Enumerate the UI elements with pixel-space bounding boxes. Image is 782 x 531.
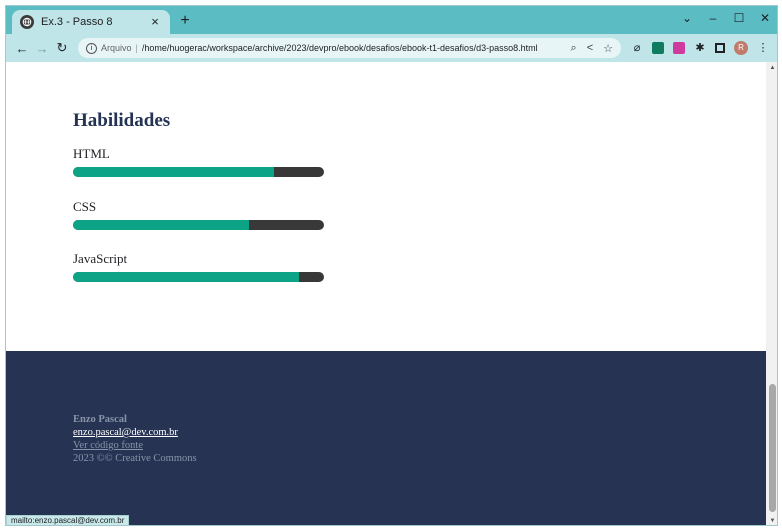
globe-icon bbox=[20, 15, 34, 29]
grid-extension-icon[interactable] bbox=[673, 42, 685, 54]
skill-javascript: JavaScript bbox=[73, 251, 324, 282]
sheets-extension-icon[interactable] bbox=[652, 42, 664, 54]
minimize-button[interactable]: – bbox=[707, 11, 719, 25]
skill-label: HTML bbox=[73, 146, 110, 161]
tab-active[interactable]: Ex.3 - Passo 8 × bbox=[12, 10, 170, 34]
profile-avatar[interactable]: R bbox=[734, 41, 748, 55]
browser-window: Ex.3 - Passo 8 × + ⌄ – ☐ ✕ ← → ↻ i Arqui… bbox=[5, 5, 778, 526]
skill-bar-fill bbox=[73, 220, 249, 230]
skill-label: CSS bbox=[73, 199, 97, 214]
skill-bar-fill bbox=[73, 272, 299, 282]
footer-content: Enzo Pascal enzo.pascal@dev.com.br Ver c… bbox=[73, 413, 197, 465]
address-url[interactable]: /home/huogerac/workspace/archive/2023/de… bbox=[142, 43, 571, 53]
window-controls: ⌄ – ☐ ✕ bbox=[681, 11, 771, 25]
close-window-button[interactable]: ✕ bbox=[759, 11, 771, 25]
browser-toolbar: ← → ↻ i Arquivo | /home/huogerac/workspa… bbox=[6, 34, 777, 62]
puzzle-extensions-icon[interactable]: ✱ bbox=[694, 42, 706, 54]
footer-email-link[interactable]: enzo.pascal@dev.com.br bbox=[73, 427, 178, 438]
tab-title: Ex.3 - Passo 8 bbox=[41, 16, 113, 28]
scroll-up-arrow-icon[interactable]: ▲ bbox=[766, 62, 777, 74]
vertical-scrollbar[interactable]: ▲ ▼ bbox=[766, 62, 777, 525]
skill-bar-fill bbox=[73, 167, 274, 177]
back-button[interactable]: ← bbox=[12, 41, 32, 56]
footer-name: Enzo Pascal bbox=[73, 414, 127, 425]
scroll-down-arrow-icon[interactable]: ▼ bbox=[766, 515, 777, 525]
side-panel-icon[interactable] bbox=[715, 43, 725, 53]
skill-html: HTML bbox=[73, 146, 324, 177]
skill-label: JavaScript bbox=[73, 251, 128, 266]
page-viewport: Habilidades HTML CSS JavaScript Enzo Pas… bbox=[6, 62, 766, 525]
maximize-button[interactable]: ☐ bbox=[733, 11, 745, 25]
address-bar[interactable]: i Arquivo | /home/huogerac/workspace/arc… bbox=[78, 38, 621, 58]
zoom-icon[interactable]: ⌕ bbox=[571, 42, 577, 55]
skill-bar bbox=[73, 220, 324, 230]
address-scheme-label: Arquivo bbox=[101, 43, 132, 53]
forward-button[interactable]: → bbox=[32, 41, 52, 56]
skill-css: CSS bbox=[73, 199, 324, 230]
scroll-thumb[interactable] bbox=[769, 384, 776, 512]
skills-section: Habilidades HTML CSS JavaScript bbox=[6, 62, 766, 352]
reload-button[interactable]: ↻ bbox=[52, 40, 72, 56]
tab-search-icon[interactable]: ⌄ bbox=[681, 11, 693, 25]
close-icon[interactable]: × bbox=[148, 15, 162, 29]
share-icon[interactable]: < bbox=[587, 42, 593, 55]
skills-heading: Habilidades bbox=[73, 110, 171, 131]
skill-bar bbox=[73, 272, 324, 282]
footer-source-link[interactable]: Ver código fonte bbox=[73, 440, 143, 451]
bookmark-star-icon[interactable]: ☆ bbox=[603, 42, 613, 55]
tab-strip: Ex.3 - Passo 8 × + ⌄ – ☐ ✕ bbox=[6, 6, 777, 34]
skill-bar bbox=[73, 167, 324, 177]
eraser-extension-icon[interactable]: ⌀ bbox=[631, 42, 643, 54]
new-tab-button[interactable]: + bbox=[176, 12, 194, 30]
footer-copyright: 2023 ©© Creative Commons bbox=[73, 453, 197, 464]
address-actions: ⌕ < ☆ bbox=[571, 42, 613, 55]
page-footer: Enzo Pascal enzo.pascal@dev.com.br Ver c… bbox=[6, 351, 766, 525]
info-icon[interactable]: i bbox=[86, 42, 97, 54]
address-separator: | bbox=[135, 43, 138, 53]
extensions-area: ⌀ ✱ R ⋮ bbox=[631, 41, 769, 55]
menu-dots-icon[interactable]: ⋮ bbox=[757, 42, 769, 54]
status-bar: mailto:enzo.pascal@dev.com.br bbox=[6, 515, 130, 525]
